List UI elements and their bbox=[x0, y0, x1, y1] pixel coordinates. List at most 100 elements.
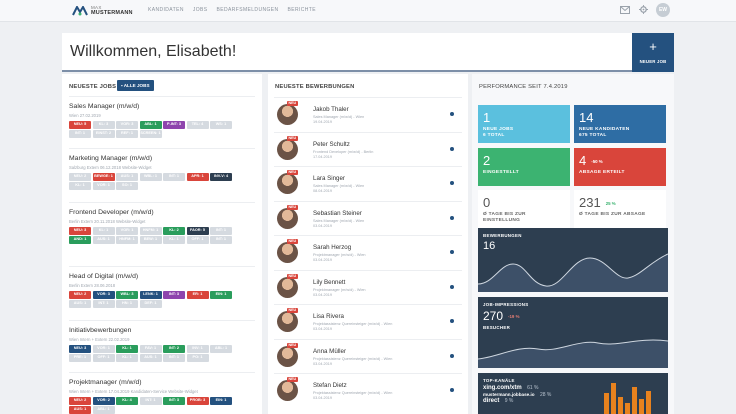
status-chip[interactable]: INT: 1 bbox=[210, 236, 232, 244]
status-chip[interactable]: AUS: 1 bbox=[69, 300, 91, 308]
status-chip[interactable]: EIN: 1 bbox=[210, 397, 232, 405]
kpi-tile[interactable]: 231 25 % Ø TAGE BIS ZUR ABSAGE bbox=[574, 190, 666, 228]
status-chip[interactable]: NEU: 2 bbox=[69, 173, 91, 181]
status-chip[interactable]: KL: 2 bbox=[163, 227, 185, 235]
status-chip[interactable]: NEU: 2 bbox=[69, 397, 91, 405]
status-chip[interactable]: INT: 2 bbox=[163, 345, 185, 353]
status-chip[interactable]: WBL: 1 bbox=[139, 173, 162, 181]
status-chip[interactable]: VOR: 1 bbox=[92, 182, 115, 190]
status-chip[interactable]: OFF: 1 bbox=[92, 354, 115, 362]
status-chip[interactable]: AUS: 1 bbox=[92, 236, 115, 244]
status-chip[interactable]: INT: 1 bbox=[69, 130, 91, 138]
status-chip[interactable]: HN: 1 bbox=[116, 300, 138, 308]
kpi-tile[interactable]: 14 NEUE KANDIDATEN 675 TOTAL bbox=[574, 105, 666, 143]
status-chip[interactable]: AND: 1 bbox=[69, 236, 91, 244]
status-chip[interactable]: VOR: 1 bbox=[116, 227, 138, 235]
status-chip[interactable]: INT: 1 bbox=[139, 397, 162, 405]
status-chip[interactable]: HNFM: 1 bbox=[116, 236, 138, 244]
status-chip[interactable]: P-INT: 3 bbox=[163, 121, 185, 129]
status-chip[interactable]: INT: 1 bbox=[163, 173, 185, 181]
application-row[interactable]: NEU Jakob Thaler Sales Manager (m/w/d) - W… bbox=[274, 97, 462, 130]
kpi-tile[interactable]: 1 NEUE JOBS 6 TOTAL bbox=[478, 105, 570, 143]
candidate-name[interactable]: Lisa Rivera bbox=[313, 313, 344, 320]
application-row[interactable]: NEU Lily Bennett Projektmanager (m/w/d) - … bbox=[274, 269, 462, 303]
application-row[interactable]: NEU Lara Singer Sales Manager (m/w/d) - Wi… bbox=[274, 166, 462, 199]
job-item[interactable]: Marketing Manager (m/w/d) Salzburg Extern… bbox=[69, 148, 255, 190]
status-chip[interactable]: SO: 1 bbox=[116, 182, 138, 190]
job-item[interactable]: Frontend Developer (m/w/d) Berlin Extern … bbox=[69, 202, 255, 244]
status-chip[interactable]: I-ENK: 1 bbox=[139, 291, 162, 299]
status-chip[interactable]: INT: 3 bbox=[163, 397, 185, 405]
status-chip[interactable]: AUS: 1 bbox=[116, 173, 138, 181]
status-chip[interactable]: HNFM: 1 bbox=[139, 227, 162, 235]
application-row[interactable]: NEU Lisa Rivera Projektassistenz Quereinst… bbox=[274, 304, 462, 337]
nav-bedarfsmeldungen[interactable]: BEDARFSMELDUNGEN bbox=[217, 7, 279, 13]
all-jobs-button[interactable]: ▪ ALLE JOBS bbox=[117, 80, 154, 91]
job-title[interactable]: Initiativbewerbungen bbox=[69, 327, 255, 334]
status-chip[interactable]: VOR: 3 bbox=[92, 291, 115, 299]
status-chip[interactable]: INT: 1 bbox=[163, 354, 185, 362]
status-chip[interactable]: KL: 4 bbox=[116, 397, 138, 405]
status-chip[interactable]: PRE: 1 bbox=[69, 354, 91, 362]
status-chip[interactable]: KL: 3 bbox=[92, 121, 115, 129]
application-row[interactable]: NEU Sarah Herzog Projektmanager (m/w/d) - … bbox=[274, 235, 462, 268]
company-logo[interactable]: MAX MUSTERMANN bbox=[72, 4, 133, 18]
status-chip[interactable]: BEWGE: 1 bbox=[92, 173, 115, 181]
application-row[interactable]: NEU Stefan Dietz Projektassistenz Quereins… bbox=[274, 373, 462, 406]
status-chip[interactable]: KL: 1 bbox=[116, 354, 138, 362]
status-chip[interactable]: ABL: 1 bbox=[210, 345, 232, 353]
status-chip[interactable]: NEU: 3 bbox=[69, 345, 91, 353]
status-chip[interactable]: TEL: 4 bbox=[186, 121, 209, 129]
status-chip[interactable]: SCREEN: 1 bbox=[139, 130, 162, 138]
job-title[interactable]: Sales Manager (m/w/d) bbox=[69, 103, 255, 110]
status-chip[interactable]: NEU: 5 bbox=[69, 121, 91, 129]
candidate-name[interactable]: Sarah Herzog bbox=[313, 244, 351, 251]
job-item[interactable]: Head of Digital (m/w/d) Berlin Extern 28.… bbox=[69, 266, 255, 308]
job-item[interactable]: Sales Manager (m/w/d) Wien 27.02.2019 NEU:… bbox=[69, 96, 255, 138]
kpi-tile[interactable]: 0Ø TAGE BIS ZUR EINSTELLUNG bbox=[478, 190, 570, 228]
status-chip[interactable]: PO: 1 bbox=[186, 354, 209, 362]
status-chip[interactable]: KL: 1 bbox=[92, 227, 115, 235]
status-chip[interactable]: ER: 1 bbox=[186, 291, 209, 299]
candidate-name[interactable]: Sebastian Steiner bbox=[313, 210, 362, 217]
status-chip[interactable]: KL: 1 bbox=[163, 236, 185, 244]
candidate-name[interactable]: Anna Müller bbox=[313, 348, 346, 355]
job-item[interactable]: Initiativbewerbungen Wien Intern + Extern… bbox=[69, 320, 255, 362]
job-item[interactable]: Projektmanager (m/w/d) Wien Intern + Exte… bbox=[69, 372, 255, 414]
status-chip[interactable]: WBL: 3 bbox=[116, 291, 138, 299]
status-chip[interactable]: INV: 1 bbox=[186, 345, 209, 353]
status-chip[interactable]: ABL: 1 bbox=[92, 406, 115, 414]
status-chip[interactable]: ABL: 1 bbox=[139, 121, 162, 129]
job-title[interactable]: Frontend Developer (m/w/d) bbox=[69, 209, 255, 216]
application-row[interactable]: NEU Peter Schultz Frontend Developer (m/w/… bbox=[274, 131, 462, 165]
job-title[interactable]: Head of Digital (m/w/d) bbox=[69, 273, 255, 280]
application-row[interactable]: NEU Anna Müller Projektassistenz Quereinst… bbox=[274, 338, 462, 372]
status-chip[interactable]: KL: 1 bbox=[116, 345, 138, 353]
nav-jobs[interactable]: JOBS bbox=[193, 7, 208, 13]
status-chip[interactable]: INT: 1 bbox=[210, 227, 232, 235]
candidate-name[interactable]: Lily Bennett bbox=[313, 279, 345, 286]
status-chip[interactable]: BEW: 1 bbox=[139, 236, 162, 244]
new-job-button[interactable]: + NEUER JOB bbox=[632, 33, 674, 72]
user-avatar[interactable]: EW bbox=[656, 3, 670, 17]
job-title[interactable]: Projektmanager (m/w/d) bbox=[69, 379, 255, 386]
impressions-tile[interactable]: JOB-IMPRESSIONS 270 -19 % BESUCHER bbox=[478, 297, 668, 368]
status-chip[interactable]: APR: 1 bbox=[186, 173, 209, 181]
nav-kandidaten[interactable]: KANDIDATEN bbox=[148, 7, 184, 13]
status-chip[interactable]: AUS: 1 bbox=[139, 354, 162, 362]
candidate-name[interactable]: Peter Schultz bbox=[313, 141, 350, 148]
gear-icon[interactable] bbox=[639, 5, 648, 14]
applications-chart-tile[interactable]: BEWERBUNGEN 16 bbox=[478, 228, 668, 292]
status-chip[interactable]: FAV: 1 bbox=[139, 345, 162, 353]
status-chip[interactable]: FAOR: 5 bbox=[186, 227, 209, 235]
mail-icon[interactable] bbox=[620, 5, 630, 14]
status-chip[interactable]: KL: 1 bbox=[69, 182, 91, 190]
top-channels-tile[interactable]: TOP-KANÄLE xing.com/xtm 61 % mustermann.j… bbox=[478, 373, 668, 414]
kpi-tile[interactable]: 4 -50 % ABSAGE ERTEILT bbox=[574, 148, 666, 186]
status-chip[interactable]: NEU: 3 bbox=[69, 227, 91, 235]
status-chip[interactable]: WS: 1 bbox=[210, 121, 232, 129]
status-chip[interactable]: INT: 1 bbox=[92, 300, 115, 308]
application-row[interactable]: NEU Sebastian Steiner Sales Manager (m/w/d… bbox=[274, 200, 462, 234]
candidate-name[interactable]: Lara Singer bbox=[313, 175, 345, 182]
status-chip[interactable]: OFF: 1 bbox=[186, 236, 209, 244]
